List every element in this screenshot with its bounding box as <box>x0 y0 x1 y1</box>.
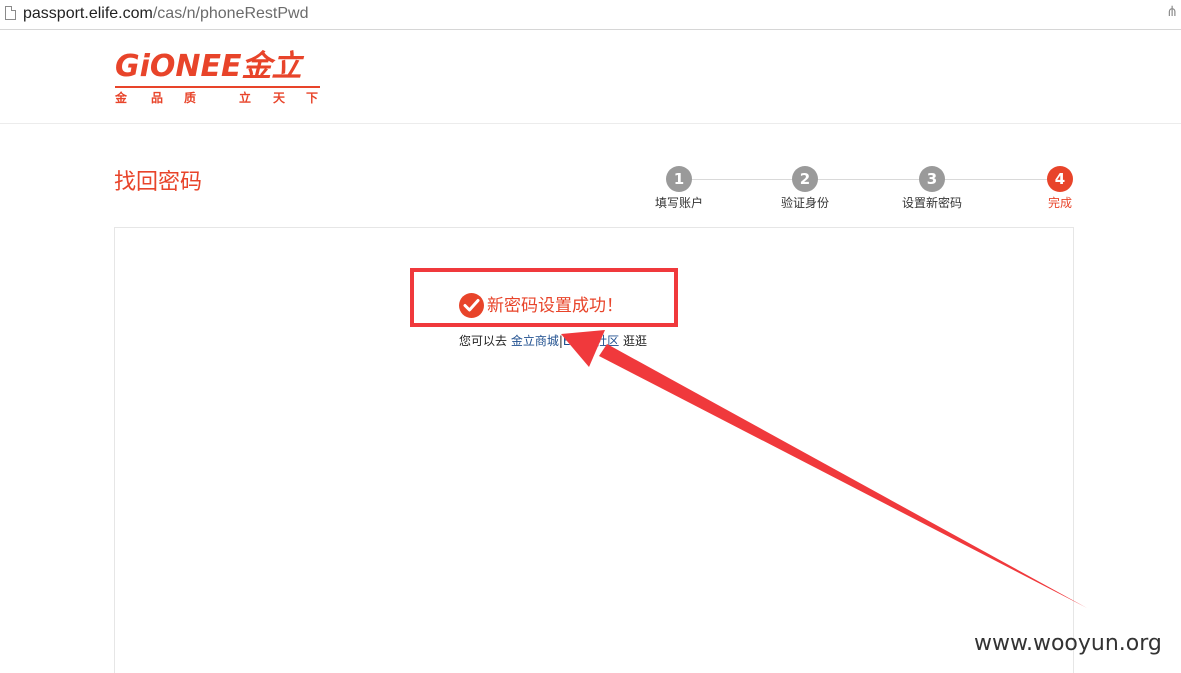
watermark-text: www.wooyun.org <box>974 631 1162 656</box>
arrow-shaft <box>599 344 1087 608</box>
arrow-head <box>561 330 605 367</box>
annotation-arrow-icon <box>561 330 1087 608</box>
